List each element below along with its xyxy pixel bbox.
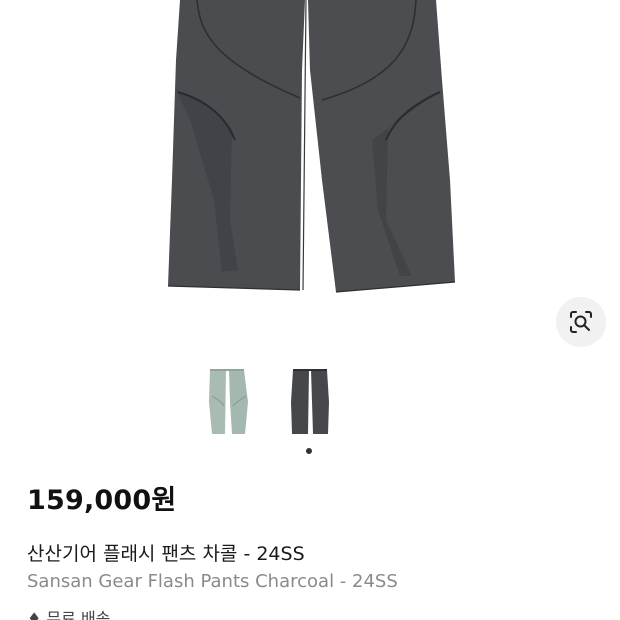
pants-charcoal-thumbnail-image bbox=[291, 369, 329, 434]
variant-thumbnails bbox=[0, 362, 620, 452]
product-price: 159,000원 bbox=[27, 485, 177, 516]
visual-search-button[interactable] bbox=[556, 297, 606, 347]
thumbnail-mint[interactable] bbox=[198, 362, 258, 442]
visual-search-icon bbox=[570, 311, 592, 333]
product-title-korean: 산산기어 플래시 팬츠 차콜 - 24SS bbox=[27, 543, 305, 565]
carousel-indicator-dot bbox=[306, 448, 312, 454]
product-title-english: Sansan Gear Flash Pants Charcoal - 24SS bbox=[27, 571, 398, 592]
product-hero-image[interactable] bbox=[0, 0, 620, 350]
pants-charcoal-image bbox=[167, 0, 456, 293]
thumbnail-charcoal[interactable] bbox=[280, 362, 340, 442]
pants-mint-thumbnail-image bbox=[209, 369, 248, 434]
shipping-info-row: ♦ 무료 배송 bbox=[27, 609, 111, 620]
